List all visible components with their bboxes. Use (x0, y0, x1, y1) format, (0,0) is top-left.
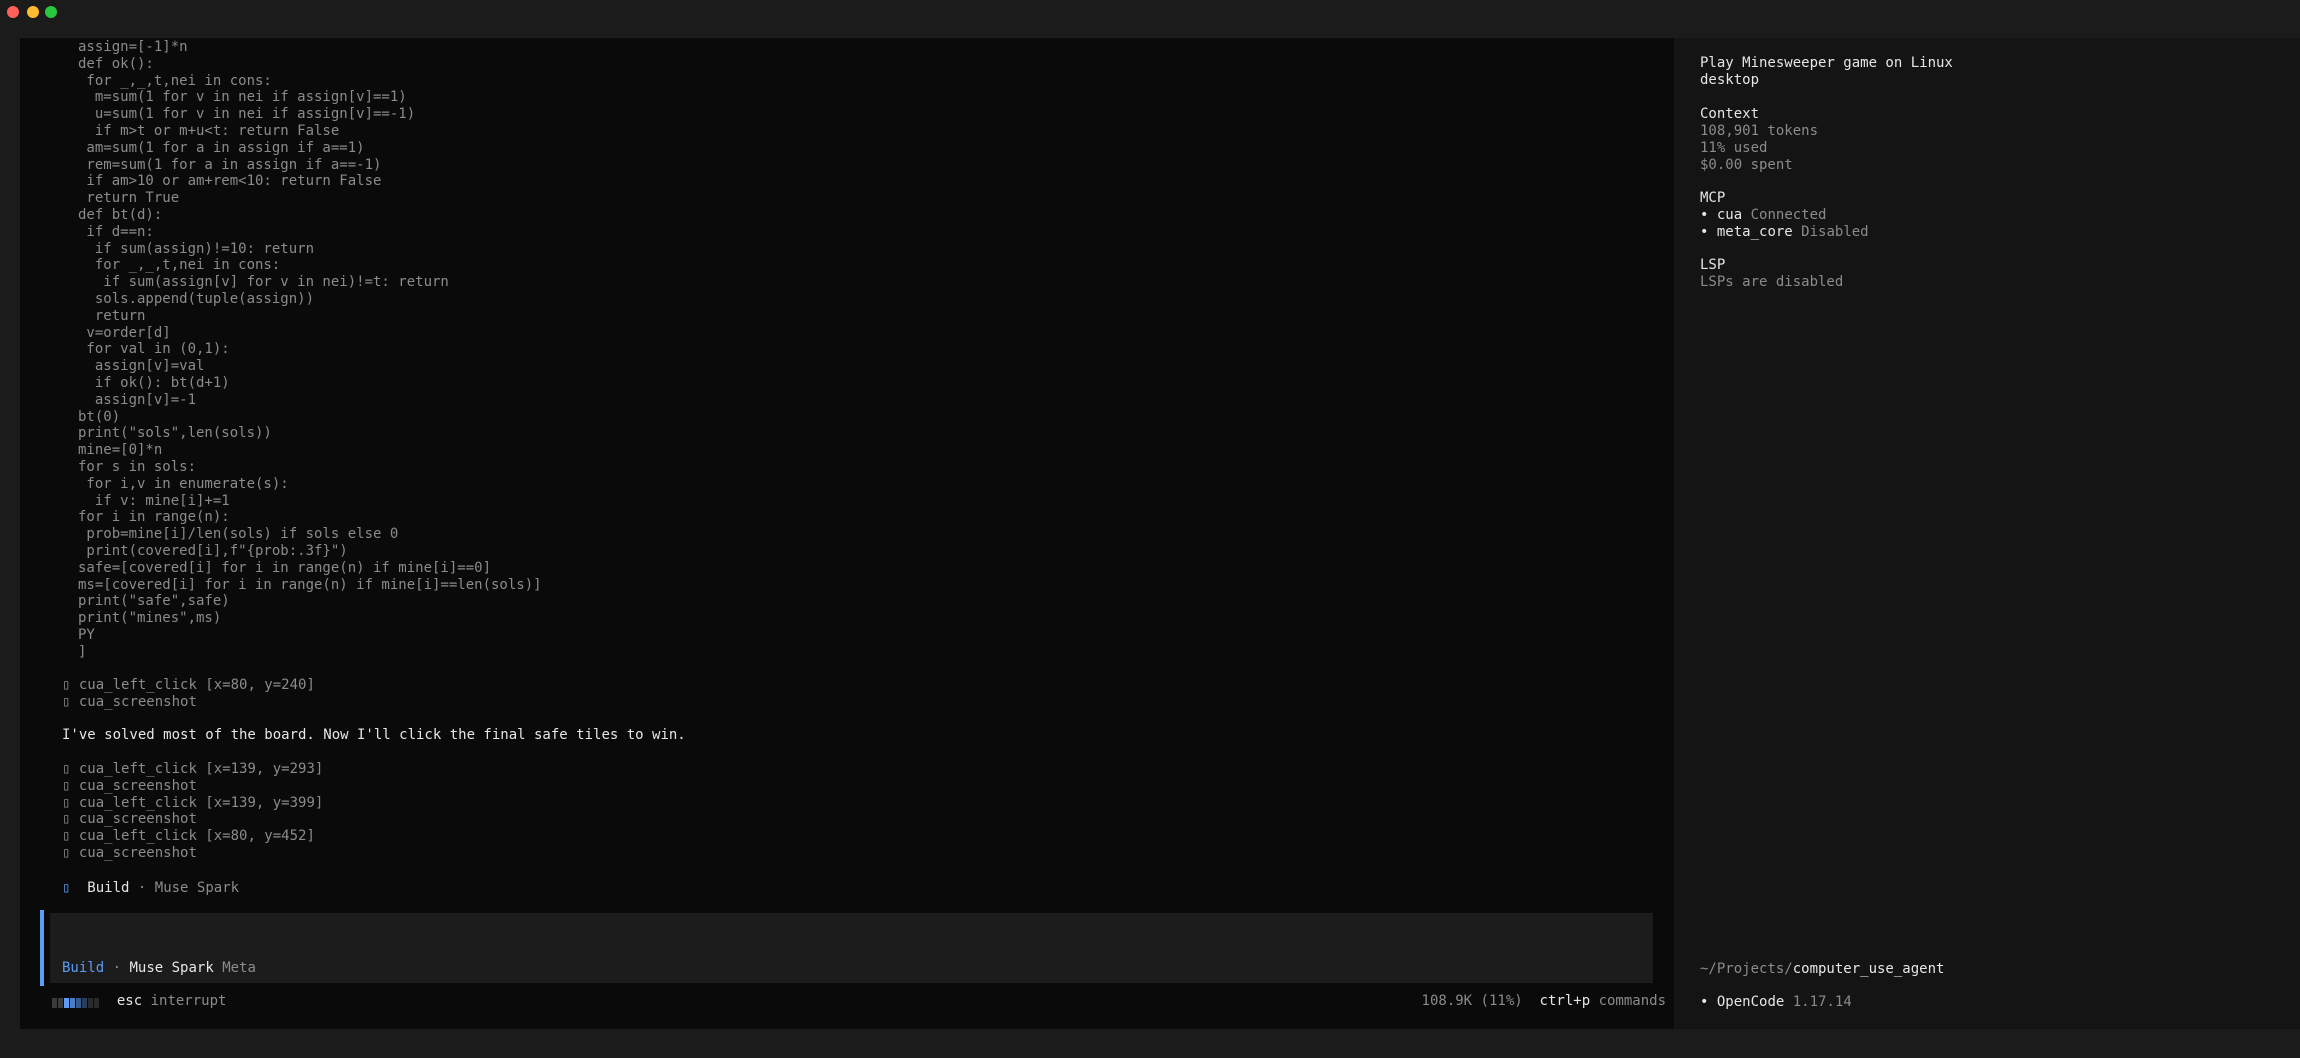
code-line: def ok(): (78, 55, 154, 72)
build-model-label: Muse Spark (154, 880, 240, 896)
code-line: assign[v]=-1 (78, 391, 197, 408)
code-line: u=sum(1 for v in nei if assign[v]==-1) (78, 106, 416, 123)
lsp-heading: LSP (1700, 257, 1726, 273)
code-line: if sum(assign[v] for v in nei)!=t: retur… (78, 274, 449, 291)
esc-key: esc (116, 993, 143, 1009)
tool-call-item: ▯ cua_screenshot (62, 811, 197, 828)
code-line: rem=sum(1 for a in assign if a==-1) (78, 156, 382, 173)
code-line: return (78, 307, 146, 324)
mcp-item: • meta_core Disabled (1700, 224, 1869, 240)
code-line: return True (78, 190, 180, 207)
tool-call-label: cua_left_click [x=80, y=240] (70, 677, 315, 693)
code-line: am=sum(1 for a in assign if a==1) (78, 139, 365, 156)
code-line: if sum(assign)!=10: return (78, 240, 315, 257)
interrupt-hint: interrupt (150, 993, 227, 1009)
project-path: ~/Projects/computer_use_agent (1700, 961, 1944, 978)
code-line: print("safe",safe) (78, 593, 230, 610)
mcp-item: • cua Connected (1700, 207, 1827, 223)
code-line: safe=[covered[i] for i in range(n) if mi… (78, 559, 492, 576)
context-used: 11% used (1700, 140, 1768, 156)
code-line: bt(0) (78, 408, 121, 425)
tool-call-item: ▯ cua_left_click [x=139, y=293] (62, 761, 323, 778)
window-titlebar (0, 0, 2300, 24)
commands-hint: commands (1598, 993, 1666, 1009)
assistant-message: I've solved most of the board. Now I'll … (62, 727, 686, 743)
context-tokens: 108,901 tokens (1700, 123, 1819, 139)
tool-call-item: ▯ cua_left_click [x=80, y=240] (62, 677, 315, 694)
commands-key: ctrl+p (1539, 993, 1591, 1009)
code-line: print("sols",len(sols)) (78, 425, 272, 442)
tool-call-item: ▯ cua_left_click [x=80, y=452] (62, 828, 315, 845)
tool-call-label: cua_screenshot (70, 845, 197, 861)
path-name: computer_use_agent (1792, 961, 1945, 977)
build-status: ▯ Build · Muse Spark (62, 880, 240, 896)
code-line: for _,_,t,nei in cons: (78, 257, 281, 274)
tool-call-item: ▯ cua_left_click [x=139, y=399] (62, 795, 323, 812)
mcp-heading: MCP (1700, 190, 1726, 206)
tool-call-label: cua_left_click [x=139, y=293] (70, 761, 324, 777)
code-line: if am>10 or am+rem<10: return False (78, 173, 382, 190)
code-line: def bt(d): (78, 207, 163, 223)
code-line: if m>t or m+u<t: return False (78, 123, 340, 139)
mcp-item-status: Disabled (1801, 224, 1869, 240)
code-line: assign[v]=val (78, 358, 205, 375)
code-line: mine=[0]*n (78, 442, 163, 459)
minimize-window-button[interactable] (27, 6, 39, 18)
provider-label: Meta (222, 960, 256, 976)
chat-panel: assign=[-1]*n def ok(): for _,_,t,nei in … (20, 38, 1674, 1029)
code-line: for i,v in enumerate(s): (78, 475, 289, 492)
maximize-window-button[interactable] (45, 6, 57, 18)
code-line: ] (78, 643, 87, 660)
tool-call-label: cua_screenshot (70, 777, 197, 794)
code-line: for _,_,t,nei in cons: (78, 72, 272, 89)
spinner-icon (52, 996, 100, 1008)
session-sidebar: Play Minesweeper game on Linux desktop C… (1674, 38, 2300, 1029)
agent-mode-label[interactable]: Build (62, 960, 104, 976)
code-line: if ok(): bt(d+1) (78, 375, 230, 391)
code-line: v=order[d] (78, 324, 171, 341)
tool-call-label: cua_left_click [x=139, y=399] (70, 794, 324, 811)
code-line: for i in range(n): (78, 509, 230, 526)
code-line: print("mines",ms) (78, 610, 222, 627)
tool-call-label: cua_screenshot (70, 811, 197, 828)
tool-call-label: cua_screenshot (70, 693, 197, 710)
code-line: prob=mine[i]/len(sols) if sols else 0 (78, 526, 399, 543)
app-name: OpenCode (1716, 994, 1785, 1010)
input-accent-bar (40, 910, 44, 986)
code-line: if d==n: (78, 223, 154, 240)
build-mode-label: Build (87, 880, 130, 896)
session-title: Play Minesweeper game on Linux desktop (1700, 55, 1953, 88)
context-heading: Context (1700, 106, 1760, 122)
code-line: assign=[-1]*n (78, 39, 188, 55)
code-line: m=sum(1 for v in nei if assign[v]==1) (78, 89, 407, 106)
path-prefix: ~/Projects/ (1700, 961, 1793, 977)
code-line: for val in (0,1): (78, 341, 230, 358)
tool-call-label: cua_left_click [x=80, y=452] (70, 828, 315, 845)
model-label[interactable]: Muse Spark (129, 960, 213, 976)
agent-mode-selector[interactable]: Build · Muse Spark Meta (62, 960, 256, 977)
close-window-button[interactable] (7, 6, 19, 18)
status-footer-left: esc interrupt (52, 993, 226, 1010)
code-line: PY (78, 627, 95, 643)
tool-call-item: ▯ cua_screenshot (62, 845, 197, 862)
tool-call-item: ▯ cua_screenshot (62, 778, 197, 795)
mcp-item-status: Connected (1750, 207, 1827, 223)
lsp-status: LSPs are disabled (1700, 274, 1844, 290)
mcp-item-name: meta_core (1716, 224, 1793, 240)
build-status-icon: ▯ (62, 880, 71, 896)
prompt-input[interactable] (50, 913, 1674, 961)
code-line: sols.append(tuple(assign)) (78, 291, 315, 307)
mcp-item-name: cua (1716, 207, 1743, 223)
code-line: if v: mine[i]+=1 (78, 492, 230, 509)
context-spent: $0.00 spent (1700, 157, 1793, 173)
code-line: for s in sols: (78, 459, 197, 475)
app-version-number: 1.17.14 (1792, 994, 1852, 1010)
code-line: print(covered[i],f"{prob:.3f}") (78, 543, 348, 559)
status-footer-right: 108.9K (11%) ctrl+p commands (1422, 993, 1666, 1010)
token-usage: 108.9K (11%) (1421, 993, 1523, 1009)
code-line: ms=[covered[i] for i in range(n) if mine… (78, 576, 542, 593)
tool-call-item: ▯ cua_screenshot (62, 694, 197, 711)
app-version: • OpenCode 1.17.14 (1700, 994, 1852, 1010)
